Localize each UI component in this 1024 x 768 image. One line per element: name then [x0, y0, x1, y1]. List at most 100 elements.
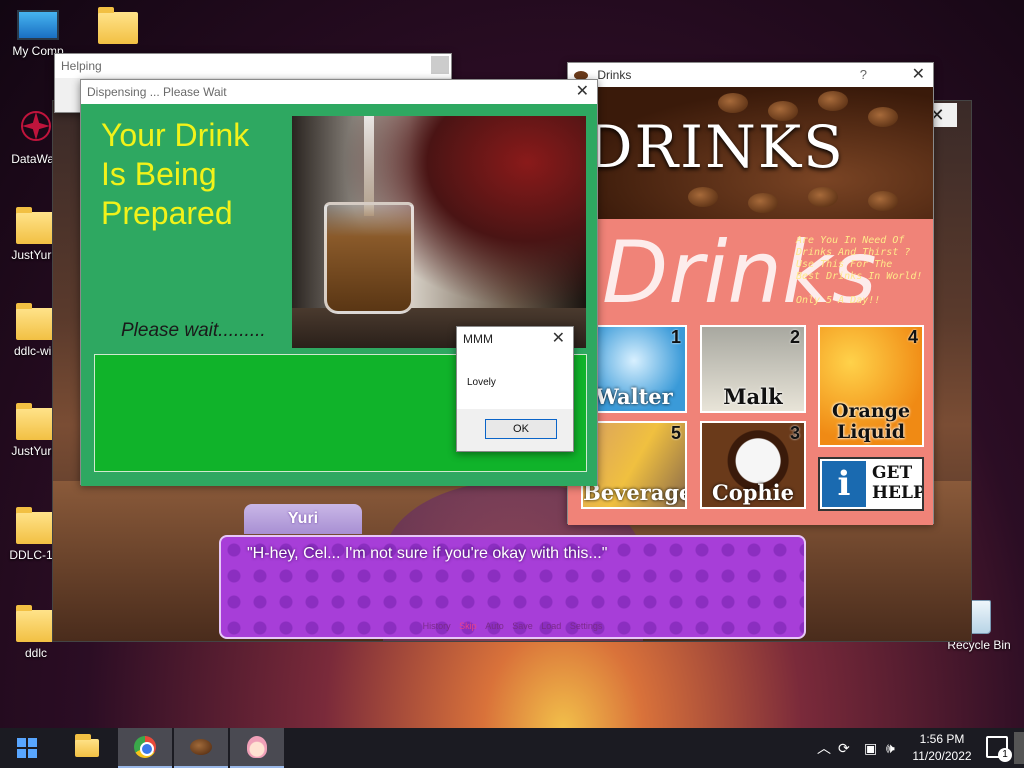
tile-label: Orange Liquid: [820, 401, 922, 443]
get-help-label: GET HELP: [872, 463, 924, 503]
sync-icon[interactable]: ⟳: [838, 728, 850, 768]
tile-label: Walter: [595, 384, 673, 409]
tile-number: 3: [789, 423, 800, 443]
close-button[interactable]: ✕: [912, 63, 925, 87]
dialog-message: Lovely: [467, 377, 496, 388]
drinks-banner-text: DRINKS: [586, 113, 845, 181]
tagline-line: Best Drinks In World!: [796, 271, 923, 282]
info-icon: i: [822, 461, 866, 507]
heading-line: Prepared: [101, 195, 233, 231]
coffee-bean-icon: [688, 187, 718, 207]
dispensing-titlebar[interactable]: Dispensing ... Please Wait ✕: [81, 80, 597, 104]
dialogue-textbox[interactable]: "H-hey, Cel... I'm not sure if you're ok…: [219, 535, 806, 639]
desktop-icon-my-computer[interactable]: My Comp: [2, 10, 74, 58]
drink-tile-cophie[interactable]: 3 Cophie: [700, 421, 806, 509]
show-desktop-button[interactable]: [1014, 732, 1024, 764]
folder-icon: [16, 303, 56, 340]
drinks-titlebar[interactable]: Drinks ? ✕: [568, 63, 933, 87]
drink-pour-image: [292, 116, 586, 348]
tagline-line: Only 5 A Day!!: [796, 295, 881, 306]
taskbar-chrome[interactable]: [118, 728, 172, 768]
windows-logo-icon: [17, 738, 37, 758]
close-button[interactable]: ✕: [576, 80, 589, 104]
drinks-banner: DRINKS: [568, 87, 933, 219]
system-clock[interactable]: 1:56 PM 11/20/2022: [904, 731, 980, 765]
get-help-button[interactable]: i GET HELP: [818, 457, 924, 511]
tile-label-line: HELP: [872, 483, 924, 503]
tagline-line: Use This For The: [796, 259, 893, 270]
clock-time: 1:56 PM: [919, 732, 965, 746]
close-button[interactable]: ✕: [552, 327, 565, 351]
folder-icon: [98, 7, 138, 44]
tile-number: 2: [789, 327, 800, 347]
app-icon: [21, 111, 51, 141]
monitor-icon: [17, 10, 59, 40]
notification-count-badge: 1: [998, 748, 1012, 762]
taskbar-game[interactable]: [230, 728, 284, 768]
dialogue-text: "H-hey, Cel... I'm not sure if you're ok…: [247, 545, 608, 562]
volume-icon[interactable]: 🕪: [886, 728, 895, 768]
dispensing-heading: Your Drink Is Being Prepared: [101, 116, 249, 233]
folder-icon: [16, 605, 56, 642]
shot-glass: [324, 202, 414, 314]
tile-label: Beverage: [583, 480, 687, 505]
taskbar-drinks-app[interactable]: [174, 728, 228, 768]
game-character-icon: [247, 736, 267, 758]
tray-overflow-chevron-icon[interactable]: ︿: [817, 728, 831, 768]
coffee-bean-icon: [868, 191, 898, 211]
network-icon[interactable]: ▣: [864, 728, 877, 768]
coffee-bean-icon: [190, 739, 212, 755]
coffee-bean-icon: [808, 187, 838, 207]
tile-number: 4: [907, 327, 918, 347]
window-title: Drinks: [597, 68, 632, 82]
drinks-menu: Drinks Are You In Need Of Drinks And Thi…: [568, 219, 933, 525]
status-text: Please wait.........: [121, 320, 266, 341]
drinks-window[interactable]: Drinks ? ✕ DRINKS Drinks Are You In Need…: [567, 62, 934, 525]
speaker-name-tag: Yuri: [244, 504, 362, 534]
drink-tile-orange-liquid[interactable]: 4 Orange Liquid: [818, 325, 924, 447]
folder-icon: [16, 507, 56, 544]
clock-date: 11/20/2022: [912, 749, 972, 763]
message-dialog[interactable]: MMM ✕ Lovely OK: [456, 326, 574, 452]
notification-center-icon[interactable]: 1: [986, 736, 1012, 762]
close-button[interactable]: [431, 56, 449, 74]
desktop-icon-folder[interactable]: [82, 7, 154, 48]
pour-stream: [364, 116, 374, 216]
taskbar-file-explorer[interactable]: [60, 728, 114, 768]
heading-line: Your Drink: [101, 117, 250, 153]
folder-icon: [16, 207, 56, 244]
quick-menu: History Skip Auto Save Load Settings: [221, 621, 804, 631]
quick-menu-skip[interactable]: Skip: [459, 621, 477, 631]
quick-menu-history[interactable]: History: [423, 621, 451, 631]
tagline-line: [796, 283, 932, 295]
start-button[interactable]: [0, 728, 54, 768]
coffee-bean-icon: [718, 93, 748, 113]
quick-menu-save[interactable]: Save: [512, 621, 533, 631]
heading-line: Is Being: [101, 156, 217, 192]
coffee-bean-icon: [868, 107, 898, 127]
quick-menu-settings[interactable]: Settings: [570, 621, 603, 631]
tagline-line: Are You In Need Of: [796, 235, 905, 246]
tile-label: Cophie: [711, 480, 794, 505]
coffee-bean-icon: [818, 91, 848, 111]
chrome-icon: [134, 736, 156, 758]
folder-icon: [16, 403, 56, 440]
quick-menu-load[interactable]: Load: [541, 621, 561, 631]
window-title: Helping: [61, 59, 102, 73]
dialog-footer: OK: [457, 409, 573, 451]
desktop-icon-label: ddlc: [24, 646, 47, 660]
help-button[interactable]: ?: [860, 63, 867, 87]
tile-label: Malk: [723, 384, 783, 409]
folder-icon: [75, 734, 99, 757]
tile-label-line: Orange: [831, 400, 911, 422]
tagline-line: Drinks And Thirst ?: [796, 247, 911, 258]
helping-titlebar[interactable]: Helping: [55, 54, 451, 78]
coffee-bean-icon: [748, 193, 778, 213]
drink-tile-malk[interactable]: 2 Malk: [700, 325, 806, 413]
quick-menu-auto[interactable]: Auto: [485, 621, 504, 631]
ok-button[interactable]: OK: [485, 419, 557, 439]
taskbar: ︿ ⟳ ▣ 🕪 1:56 PM 11/20/2022 1: [0, 728, 1024, 768]
drinks-tagline: Are You In Need Of Drinks And Thirst ? U…: [796, 235, 932, 307]
dialog-titlebar[interactable]: MMM ✕: [457, 327, 573, 351]
dialog-title: MMM: [463, 332, 493, 346]
